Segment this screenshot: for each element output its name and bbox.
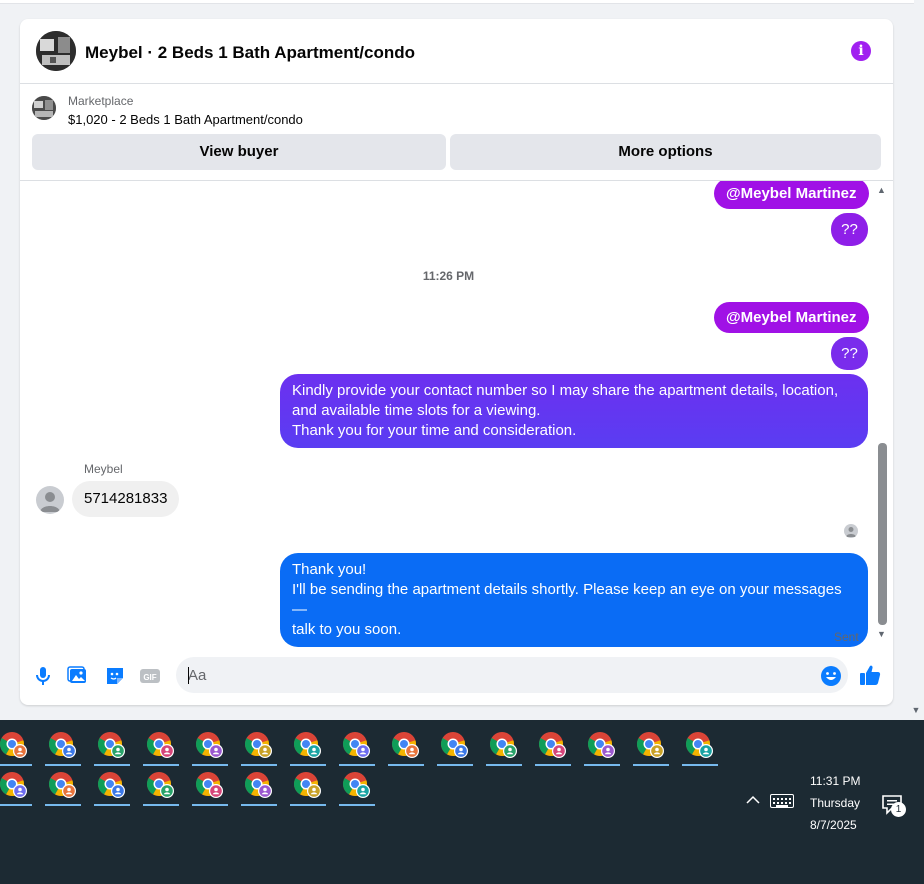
listing-bar: Marketplace $1,020 - 2 Beds 1 Bath Apart… — [20, 84, 893, 181]
running-indicator — [682, 764, 718, 766]
chrome-profile-taskbar-icon[interactable] — [290, 728, 326, 766]
touch-keyboard-icon[interactable] — [770, 794, 794, 808]
gif-icon[interactable]: GIF — [139, 665, 161, 687]
sticker-icon[interactable] — [104, 665, 126, 687]
chat-header: Meybel · 2 Beds 1 Bath Apartment/condo i — [20, 19, 893, 84]
chrome-profile-taskbar-icon[interactable] — [45, 768, 81, 806]
running-indicator — [241, 764, 277, 766]
chrome-profile-taskbar-icon[interactable] — [0, 728, 32, 766]
chrome-profile-taskbar-icon[interactable] — [0, 768, 32, 806]
running-indicator — [339, 804, 375, 806]
message-bubble[interactable]: Thank you! I'll be sending the apartment… — [280, 553, 868, 647]
running-indicator — [45, 764, 81, 766]
sender-name: Meybel — [84, 462, 123, 476]
scroll-up-arrow[interactable]: ▲ — [877, 185, 886, 195]
info-icon[interactable]: i — [851, 41, 871, 61]
chrome-profile-taskbar-icon[interactable] — [535, 728, 571, 766]
listing-source: Marketplace — [68, 94, 134, 108]
chrome-profile-taskbar-icon[interactable] — [241, 728, 277, 766]
running-indicator — [45, 804, 81, 806]
photo-gallery-icon[interactable] — [67, 665, 89, 687]
listing-title[interactable]: $1,020 - 2 Beds 1 Bath Apartment/condo — [68, 112, 303, 127]
chrome-profile-taskbar-icon[interactable] — [94, 768, 130, 806]
message-input[interactable] — [176, 657, 848, 693]
message-line: Thank you! — [292, 561, 367, 578]
composer: GIF — [20, 649, 893, 705]
show-hidden-icons-chevron-icon[interactable] — [746, 794, 760, 804]
chrome-profile-taskbar-icon[interactable] — [388, 728, 424, 766]
running-indicator — [0, 764, 32, 766]
message-line: Kindly provide your contact number so I … — [292, 382, 839, 399]
running-indicator — [94, 764, 130, 766]
clock-date[interactable]: 8/7/2025 — [810, 818, 857, 832]
chrome-profile-taskbar-icon[interactable] — [584, 728, 620, 766]
running-indicator — [339, 764, 375, 766]
chrome-profile-taskbar-icon[interactable] — [45, 728, 81, 766]
chrome-profile-taskbar-icon[interactable] — [339, 768, 375, 806]
chrome-profile-taskbar-icon[interactable] — [143, 768, 179, 806]
running-indicator — [94, 804, 130, 806]
message-bubble[interactable]: Kindly provide your contact number so I … — [280, 374, 868, 448]
top-strip — [0, 0, 914, 4]
seen-avatar — [844, 524, 858, 538]
message-timestamp: 11:26 PM — [422, 269, 475, 283]
listing-thumbnail[interactable] — [32, 96, 56, 120]
running-indicator — [437, 764, 473, 766]
mention-bubble[interactable]: @Meybel Martinez — [714, 302, 869, 333]
message-line: talk to you soon. — [292, 621, 402, 638]
chrome-profile-taskbar-icon[interactable] — [486, 728, 522, 766]
received-message-bubble[interactable]: 5714281833 — [72, 481, 180, 517]
chrome-profile-taskbar-icon[interactable] — [682, 728, 718, 766]
running-indicator — [192, 764, 228, 766]
mention-bubble[interactable]: @Meybel Martinez — [714, 181, 869, 209]
message-line: and available time slots for a viewing. — [292, 402, 541, 419]
message-line: I'll be sending the apartment details sh… — [292, 581, 842, 618]
text-caret — [188, 667, 189, 684]
chat-title[interactable]: Meybel · 2 Beds 1 Bath Apartment/condo — [85, 43, 415, 63]
chrome-profile-taskbar-icon[interactable] — [192, 728, 228, 766]
more-options-button[interactable]: More options — [450, 134, 881, 170]
chat-avatar[interactable] — [36, 31, 76, 71]
message-bubble[interactable]: ?? — [831, 213, 868, 246]
notification-badge: 1 — [891, 802, 906, 817]
gif-label: GIF — [143, 673, 156, 682]
chrome-profile-taskbar-icon[interactable] — [94, 728, 130, 766]
taskbar: 11:31 PM Thursday 8/7/2025 1 — [0, 720, 924, 884]
running-indicator — [241, 804, 277, 806]
running-indicator — [290, 764, 326, 766]
clock-time[interactable]: 11:31 PM — [810, 774, 860, 788]
running-indicator — [143, 804, 179, 806]
chat-window: Meybel · 2 Beds 1 Bath Apartment/condo i… — [20, 19, 893, 705]
scroll-down-arrow[interactable]: ▼ — [877, 629, 886, 639]
chrome-profile-taskbar-icon[interactable] — [339, 728, 375, 766]
running-indicator — [388, 764, 424, 766]
message-bubble[interactable]: ?? — [831, 337, 868, 370]
emoji-icon[interactable] — [820, 665, 842, 687]
clock-day[interactable]: Thursday — [810, 796, 860, 810]
chrome-profile-taskbar-icon[interactable] — [290, 768, 326, 806]
chrome-profile-taskbar-icon[interactable] — [192, 768, 228, 806]
running-indicator — [535, 764, 571, 766]
chrome-profile-taskbar-icon[interactable] — [241, 768, 277, 806]
running-indicator — [0, 804, 32, 806]
message-status: Sent — [834, 630, 859, 644]
message-line: Thank you for your time and consideratio… — [292, 422, 577, 439]
chrome-profile-taskbar-icon[interactable] — [143, 728, 179, 766]
sender-avatar[interactable] — [36, 486, 64, 514]
browser-page: ▼ Meybel · 2 Beds 1 Bath Apartment/condo… — [0, 0, 924, 720]
running-indicator — [584, 764, 620, 766]
microphone-icon[interactable] — [32, 665, 54, 687]
running-indicator — [192, 804, 228, 806]
page-scroll-down-arrow[interactable]: ▼ — [910, 704, 922, 716]
chrome-profile-taskbar-icon[interactable] — [437, 728, 473, 766]
message-list[interactable]: @Meybel Martinez ?? 11:26 PM @Meybel Mar… — [20, 181, 893, 649]
view-buyer-button[interactable]: View buyer — [32, 134, 446, 170]
thumbs-up-icon[interactable] — [858, 663, 882, 687]
running-indicator — [143, 764, 179, 766]
chrome-profile-taskbar-icon[interactable] — [633, 728, 669, 766]
running-indicator — [290, 804, 326, 806]
scrollbar-thumb[interactable] — [878, 443, 887, 625]
running-indicator — [633, 764, 669, 766]
running-indicator — [486, 764, 522, 766]
